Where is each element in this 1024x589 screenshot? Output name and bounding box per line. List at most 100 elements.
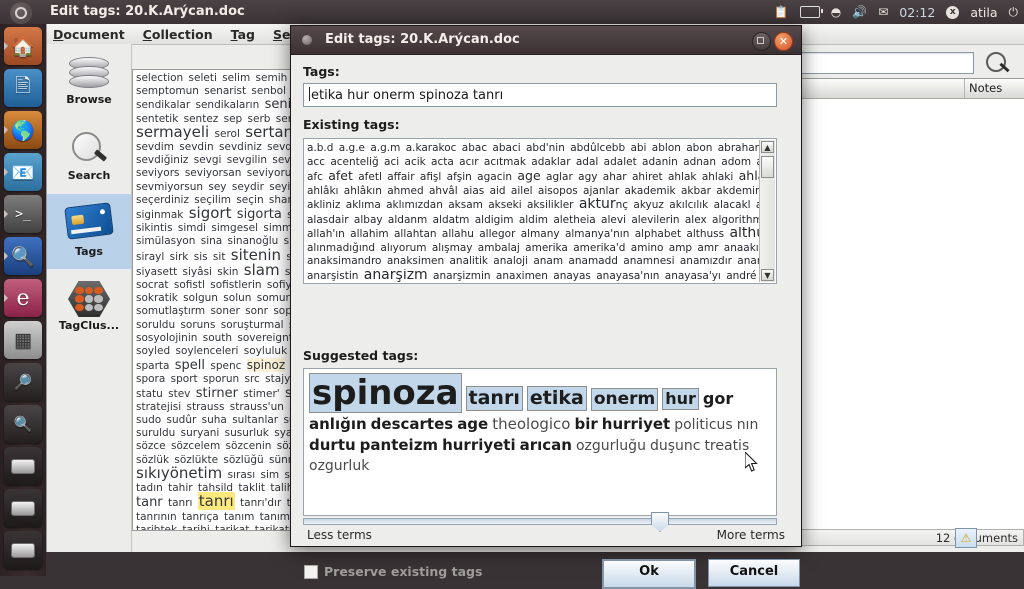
suggested-tag[interactable]: ozgurluğu xyxy=(576,437,646,455)
status-bar: 12 documents xyxy=(792,529,1024,546)
suggested-tag[interactable]: arıcan xyxy=(520,436,572,455)
tags-label: Tags: xyxy=(303,64,340,79)
cancel-button[interactable]: Cancel xyxy=(708,559,800,587)
launcher-item-mail-client[interactable]: 📧 xyxy=(4,153,42,191)
launcher-item-document-viewer[interactable]: 🖹 xyxy=(4,69,42,107)
sidebar-item-search[interactable]: Search xyxy=(47,119,131,194)
suggested-tag[interactable]: panteizm xyxy=(360,436,438,455)
warning-icon[interactable]: ⚠ xyxy=(955,528,977,548)
username-label[interactable]: atila xyxy=(970,5,997,20)
editor-e-icon: e xyxy=(16,285,30,311)
document-list[interactable]: Notes xyxy=(792,78,1024,544)
app-search-row xyxy=(792,48,1024,78)
suggested-tag[interactable]: bir xyxy=(575,415,598,434)
top-panel: Edit tags: 20.K.Arýcan.doc 📋 ◓ 🔊 ✉ 02:12… xyxy=(0,0,1024,24)
suggested-tag[interactable]: gor xyxy=(703,389,733,409)
panel-window-title: Edit tags: 20.K.Arýcan.doc xyxy=(50,4,245,19)
ubuntu-logo-icon[interactable] xyxy=(10,2,32,24)
launcher-item-disk-1[interactable] xyxy=(4,447,42,485)
slider-track[interactable] xyxy=(303,518,777,525)
search-icon[interactable] xyxy=(982,49,1016,77)
launcher-item-firefox[interactable]: 🌎 xyxy=(4,111,42,149)
suggested-tag[interactable]: duşunc xyxy=(650,437,701,455)
preserve-existing-tags-checkbox[interactable]: Preserve existing tags xyxy=(304,564,482,579)
terms-slider[interactable] xyxy=(303,512,777,532)
sidebar-item-label: Search xyxy=(67,169,111,182)
power-icon[interactable]: ⏻ xyxy=(1009,6,1019,18)
sidebar-item-label: Browse xyxy=(66,93,112,106)
sidebar-item-tags[interactable]: Tags xyxy=(47,194,131,269)
menu-collection[interactable]: Collection xyxy=(143,27,213,42)
document-icon: 🖹 xyxy=(15,75,31,97)
dialog-title-bar[interactable]: Edit tags: 20.K.Arýcan.doc ✕ xyxy=(291,26,801,55)
search-input[interactable] xyxy=(796,52,974,74)
scroll-up-icon[interactable]: ▲ xyxy=(761,141,774,153)
suggested-tag[interactable]: durtu xyxy=(309,436,356,455)
clock[interactable]: 02:12 xyxy=(899,5,935,20)
scrollbar-thumb[interactable] xyxy=(761,156,774,178)
ok-button[interactable]: Ok xyxy=(602,559,696,589)
slider-thumb[interactable] xyxy=(651,512,669,532)
sidebar-item-browse[interactable]: Browse xyxy=(47,44,131,119)
tags-input[interactable]: etika hur onerm spinoza tanrı xyxy=(303,83,777,107)
launcher-item-disk-3[interactable] xyxy=(4,531,42,569)
tag-cluster-icon xyxy=(68,281,110,317)
screen: Edit tags: 20.K.Arýcan.doc 📋 ◓ 🔊 ✉ 02:12… xyxy=(0,0,1024,589)
suggested-tags-cloud[interactable]: spinoza tanrı etika onerm hur gor anlığın desca… xyxy=(303,368,777,516)
launcher-item-terminal[interactable]: >_ xyxy=(4,195,42,233)
dialog-body: Tags: etika hur onerm spinoza tanrı Exis… xyxy=(291,54,801,589)
suggested-tag[interactable]: spinoza xyxy=(309,373,462,413)
clipboard-icon[interactable]: 📋 xyxy=(774,6,789,18)
volume-icon[interactable]: 🔊 xyxy=(852,6,867,18)
checkbox-icon[interactable] xyxy=(304,564,318,579)
suggested-tag[interactable]: descartes xyxy=(371,415,454,434)
close-icon[interactable]: ✕ xyxy=(774,32,793,51)
suggested-tag[interactable]: hur xyxy=(662,388,699,410)
launcher-item-zoom-find-tool[interactable]: 🔍 xyxy=(4,405,42,443)
suggested-tag[interactable]: hurriyet xyxy=(602,415,670,434)
mail-icon[interactable]: ✉ xyxy=(878,6,888,18)
launcher-item-workspace-switcher[interactable]: ▦ xyxy=(4,321,42,359)
existing-tags-list[interactable]: a.b.d a.g.e a.g.m a.karakoc abac abaci a… xyxy=(303,138,777,284)
launcher-item-search-tool[interactable]: 🔍 xyxy=(4,237,42,275)
suggested-tag[interactable]: nın xyxy=(737,416,759,434)
edit-tags-dialog: Edit tags: 20.K.Arýcan.doc ✕ Tags: etika… xyxy=(290,25,802,589)
wifi-icon[interactable]: ◓ xyxy=(831,6,841,18)
tags-input-value: etika hur onerm spinoza tanrı xyxy=(311,88,504,103)
unity-launcher: 🏠 🖹 🌎 📧 >_ 🔍 e ▦ 🔎 🔍 xyxy=(0,24,46,576)
workspace-grid-icon: ▦ xyxy=(14,329,32,351)
battery-icon[interactable] xyxy=(799,6,823,18)
database-icon xyxy=(69,57,109,91)
launcher-item-home-folder[interactable]: 🏠 xyxy=(4,27,42,65)
mail-client-icon: 📧 xyxy=(11,161,35,184)
launcher-item-disk-2[interactable] xyxy=(4,489,42,527)
suggested-tag[interactable]: tanrı xyxy=(465,386,523,411)
column-header-notes[interactable]: Notes xyxy=(965,79,1024,98)
existing-tags-label: Existing tags: xyxy=(303,117,400,132)
suggested-tag[interactable]: onerm xyxy=(590,388,659,411)
suggested-tag[interactable]: hurriyeti xyxy=(442,436,516,455)
maximize-icon[interactable] xyxy=(752,32,771,51)
suggested-tag[interactable]: etika xyxy=(526,386,587,411)
dialog-menu-icon[interactable] xyxy=(302,35,312,45)
suggested-tag[interactable]: age xyxy=(457,415,488,434)
user-avatar-icon[interactable]: x xyxy=(946,5,960,19)
scroll-down-icon[interactable]: ▼ xyxy=(761,269,774,281)
slider-more-label: More terms xyxy=(716,528,785,542)
suggested-tag[interactable]: anlığın xyxy=(309,415,367,434)
magnifier-icon xyxy=(69,131,109,167)
sidebar-item-tagclusters[interactable]: TagClus... xyxy=(47,269,131,344)
suggested-tag[interactable]: politicus xyxy=(674,416,732,434)
launcher-item-zoom-in-tool[interactable]: 🔎 xyxy=(4,363,42,401)
existing-tags-text: a.b.d a.g.e a.g.m a.karakoc abac abaci a… xyxy=(307,142,763,283)
suggested-tag[interactable]: ozgurluk xyxy=(309,457,369,475)
launcher-item-editor-e[interactable]: e xyxy=(4,279,42,317)
search-tool-icon: 🔍 xyxy=(11,245,35,268)
menu-tag[interactable]: Tag xyxy=(231,27,255,42)
suggested-tag[interactable]: theologico xyxy=(492,415,570,434)
menu-document[interactable]: Document xyxy=(53,27,125,42)
slider-less-label: Less terms xyxy=(307,528,372,542)
existing-tags-scrollbar[interactable]: ▲ ▼ xyxy=(759,140,775,282)
column-header-title[interactable] xyxy=(793,79,965,98)
suggested-tag[interactable]: treatis xyxy=(704,437,749,455)
